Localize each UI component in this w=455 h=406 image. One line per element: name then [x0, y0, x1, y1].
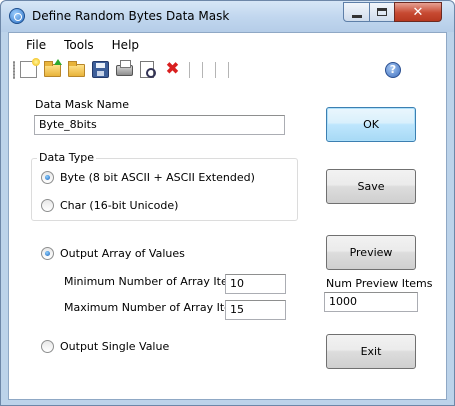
open-icon[interactable] — [44, 59, 62, 77]
save-icon[interactable] — [92, 61, 109, 78]
toolbar-separator — [215, 62, 216, 78]
radio-output-single-label: Output Single Value — [60, 340, 170, 353]
toolbar-separator — [189, 62, 190, 78]
print-preview-icon[interactable] — [140, 61, 156, 78]
menu-bar: File Tools Help — [9, 33, 446, 57]
preview-button[interactable]: Preview — [326, 235, 416, 270]
toolbar: ✖ ? — [9, 57, 446, 83]
dialog-client-area: File Tools Help ✖ ? Data Mask Name Byte_… — [8, 32, 447, 400]
radio-output-array[interactable]: Output Array of Values — [41, 247, 185, 260]
menu-tools[interactable]: Tools — [56, 38, 102, 52]
new-icon[interactable] — [20, 58, 40, 78]
radio-char[interactable]: Char (16-bit Unicode) — [41, 199, 178, 212]
app-icon — [9, 8, 25, 24]
print-icon[interactable] — [116, 60, 133, 76]
minimize-icon — [351, 14, 362, 18]
toolbar-separator — [228, 62, 229, 78]
exit-button[interactable]: Exit — [326, 334, 416, 369]
menu-help[interactable]: Help — [104, 38, 147, 52]
dialog-window: Define Random Bytes Data Mask ✕ File Too… — [0, 0, 455, 406]
radio-output-single[interactable]: Output Single Value — [41, 340, 169, 353]
ok-button[interactable]: OK — [326, 107, 416, 142]
radio-output-array-indicator — [41, 247, 54, 260]
maximize-icon — [377, 8, 387, 16]
minimize-button[interactable] — [343, 2, 370, 22]
title-bar[interactable]: Define Random Bytes Data Mask ✕ — [1, 1, 454, 32]
max-array-items-label: Maximum Number of Array Items: — [64, 301, 252, 314]
num-preview-items-input[interactable]: 1000 — [324, 292, 418, 312]
save-button[interactable]: Save — [326, 169, 416, 204]
radio-byte-label: Byte (8 bit ASCII + ASCII Extended) — [60, 171, 255, 184]
max-array-items-input[interactable]: 15 — [225, 300, 286, 320]
radio-char-indicator — [41, 199, 54, 212]
min-array-items-label: Minimum Number of Array Items: — [64, 275, 248, 288]
menu-file[interactable]: File — [18, 38, 54, 52]
min-array-items-input[interactable]: 10 — [225, 274, 286, 294]
delete-icon[interactable]: ✖ — [164, 61, 181, 78]
radio-char-label: Char (16-bit Unicode) — [60, 199, 179, 212]
mask-name-label: Data Mask Name — [35, 98, 130, 111]
folder-icon[interactable] — [68, 61, 85, 77]
radio-output-array-label: Output Array of Values — [60, 247, 185, 260]
maximize-button[interactable] — [369, 2, 395, 22]
window-title: Define Random Bytes Data Mask — [32, 9, 230, 23]
close-icon: ✕ — [412, 4, 424, 20]
mask-name-input[interactable]: Byte_8bits — [34, 115, 285, 135]
close-button[interactable]: ✕ — [394, 2, 442, 22]
help-icon[interactable]: ? — [385, 62, 401, 78]
radio-byte[interactable]: Byte (8 bit ASCII + ASCII Extended) — [41, 171, 255, 184]
toolbar-separator — [202, 62, 203, 78]
radio-output-single-indicator — [41, 340, 54, 353]
toolbar-grip[interactable] — [13, 61, 15, 79]
num-preview-items-label: Num Preview Items — [326, 277, 433, 290]
data-type-group-title: Data Type — [37, 151, 97, 164]
radio-byte-indicator — [41, 171, 54, 184]
